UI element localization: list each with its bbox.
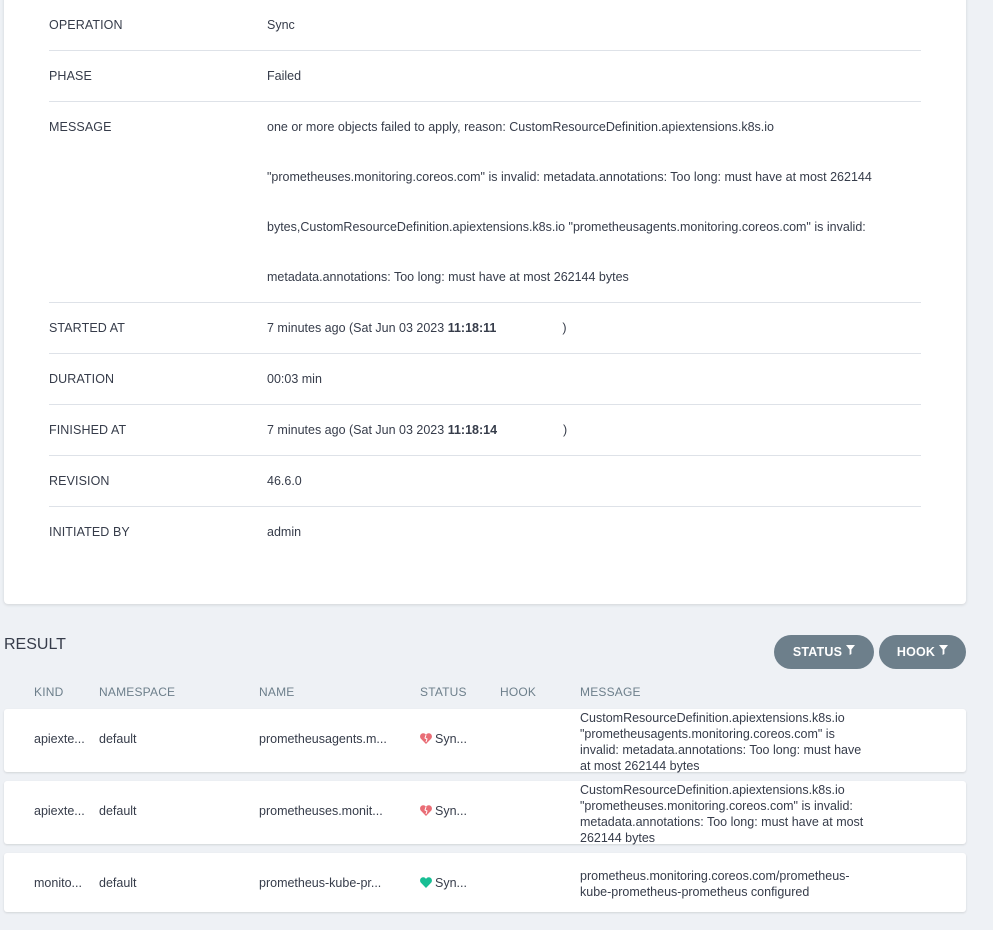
result-table-header: KIND NAMESPACE NAME STATUS HOOK MESSAGE	[4, 685, 966, 699]
kind-cell: monito...	[34, 876, 82, 890]
status-filter-button[interactable]: STATUS	[774, 635, 874, 669]
phase-row: PHASE Failed	[49, 51, 921, 102]
message-line: "prometheusagents.monitoring.coreos.com"…	[580, 727, 835, 741]
name-cell: prometheus-kube-pr...	[259, 876, 382, 890]
name-cell: prometheusagents.m...	[259, 732, 387, 746]
result-row[interactable]: apiexte... default prometheusagents.m...…	[4, 709, 966, 774]
column-message: MESSAGE	[580, 685, 641, 699]
message-line: one or more objects failed to apply, rea…	[267, 120, 774, 134]
message-cell: CustomResourceDefinition.apiextensions.k…	[580, 782, 880, 846]
kind-cell: apiexte...	[34, 804, 85, 818]
message-line: metadata.annotations: Too long: must hav…	[580, 815, 864, 829]
operation-details: OPERATION Sync PHASE Failed MESSAGE one …	[49, 0, 921, 557]
message-line: "prometheuses.monitoring.coreos.com" is …	[267, 170, 872, 184]
message-line: invalid: metadata.annotations: Too long:…	[580, 743, 862, 757]
started-at-label: STARTED AT	[49, 321, 126, 335]
status-filter-label: STATUS	[792, 645, 843, 659]
namespace-cell: default	[99, 732, 137, 746]
message-cell: prometheus.monitoring.coreos.com/prometh…	[580, 868, 880, 900]
result-row[interactable]: monito... default prometheus-kube-pr... …	[4, 853, 966, 912]
message-value: one or more objects failed to apply, rea…	[267, 102, 921, 302]
started-at-close: )	[562, 321, 567, 335]
heart-icon	[420, 877, 432, 888]
message-line: CustomResourceDefinition.apiextensions.k…	[580, 711, 845, 725]
finished-at-row: FINISHED AT 7 minutes ago (Sat Jun 03 20…	[49, 405, 921, 456]
status-text: Syn...	[435, 876, 467, 890]
started-at-row: STARTED AT 7 minutes ago (Sat Jun 03 202…	[49, 303, 921, 354]
column-namespace: NAMESPACE	[99, 685, 176, 699]
column-kind: KIND	[34, 685, 64, 699]
started-at-time: 11:18:11	[447, 321, 497, 335]
duration-label: DURATION	[49, 372, 115, 386]
hook-filter-button[interactable]: HOOK	[879, 635, 966, 669]
started-at-value: 7 minutes ago (Sat Jun 03 2023 11:18:11)	[267, 303, 921, 353]
duration-value: 00:03 min	[267, 372, 322, 386]
message-line: at most 262144 bytes	[580, 759, 700, 773]
finished-at-date: 7 minutes ago (Sat Jun 03 2023	[267, 423, 448, 437]
operation-value: Sync	[267, 18, 295, 32]
column-status: STATUS	[420, 685, 467, 699]
message-line: prometheus.monitoring.coreos.com/prometh…	[580, 869, 850, 883]
status-text: Syn...	[435, 732, 467, 746]
started-at-date: 7 minutes ago (Sat Jun 03 2023	[267, 321, 448, 335]
name-cell: prometheuses.monit...	[259, 804, 383, 818]
phase-value: Failed	[267, 69, 302, 83]
message-line: "prometheuses.monitoring.coreos.com" is …	[580, 799, 853, 813]
message-line: 262144 bytes	[580, 831, 656, 845]
status-cell: Syn...	[420, 732, 467, 746]
operation-row: OPERATION Sync	[49, 0, 921, 51]
initiated-by-row: INITIATED BY admin	[49, 507, 921, 557]
result-row[interactable]: apiexte... default prometheuses.monit...…	[4, 781, 966, 846]
message-cell: CustomResourceDefinition.apiextensions.k…	[580, 710, 880, 774]
hook-filter-label: HOOK	[896, 645, 936, 659]
duration-row: DURATION 00:03 min	[49, 354, 921, 405]
message-row: MESSAGE one or more objects failed to ap…	[49, 102, 921, 303]
initiated-by-label: INITIATED BY	[49, 525, 130, 539]
operation-card: OPERATION Sync PHASE Failed MESSAGE one …	[4, 0, 966, 604]
broken-heart-icon	[420, 805, 432, 816]
phase-label: PHASE	[49, 69, 92, 83]
message-line: bytes,CustomResourceDefinition.apiextens…	[267, 220, 866, 234]
initiated-by-value: admin	[267, 525, 302, 539]
operation-label: OPERATION	[49, 18, 123, 32]
finished-at-label: FINISHED AT	[49, 423, 127, 437]
filter-icon	[846, 645, 856, 655]
kind-cell: apiexte...	[34, 732, 85, 746]
namespace-cell: default	[99, 876, 137, 890]
revision-label: REVISION	[49, 474, 110, 488]
revision-row: REVISION 46.6.0	[49, 456, 921, 507]
status-cell: Syn...	[420, 876, 467, 890]
status-text: Syn...	[435, 804, 467, 818]
message-label: MESSAGE	[49, 120, 112, 134]
message-line: metadata.annotations: Too long: must hav…	[267, 270, 629, 284]
namespace-cell: default	[99, 804, 137, 818]
finished-at-value: 7 minutes ago (Sat Jun 03 2023 11:18:14)	[267, 405, 921, 455]
message-line: kube-prometheus-prometheus configured	[580, 885, 810, 899]
broken-heart-icon	[420, 733, 432, 744]
column-hook: HOOK	[500, 685, 537, 699]
revision-value: 46.6.0	[267, 474, 302, 488]
filter-icon	[939, 645, 949, 655]
finished-at-close: )	[563, 423, 568, 437]
column-name: NAME	[259, 685, 295, 699]
status-cell: Syn...	[420, 804, 467, 818]
result-title: RESULT	[4, 636, 66, 653]
message-line: CustomResourceDefinition.apiextensions.k…	[580, 783, 845, 797]
finished-at-time: 11:18:14	[447, 423, 498, 437]
